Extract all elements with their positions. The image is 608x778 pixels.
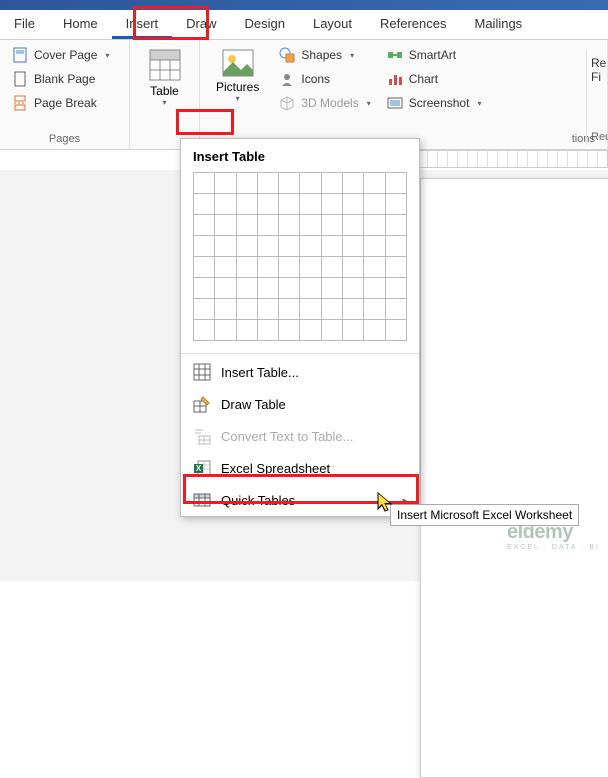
truncated-reus: Reus (591, 131, 608, 143)
tab-insert[interactable]: Insert (112, 10, 173, 39)
svg-text:X: X (196, 464, 202, 473)
tab-design[interactable]: Design (231, 10, 299, 39)
tab-references[interactable]: References (366, 10, 460, 39)
page-break-icon (12, 95, 28, 111)
table-label: Table (150, 84, 179, 98)
table-icon (148, 48, 182, 82)
tab-mailings[interactable]: Mailings (461, 10, 537, 39)
icons-icon (279, 71, 295, 87)
table-dropdown: Insert Table Insert Table... Draw Table … (180, 138, 420, 517)
tab-home[interactable]: Home (49, 10, 112, 39)
table-button[interactable]: Table ▾ (140, 44, 190, 131)
smartart-icon (387, 47, 403, 63)
tab-layout[interactable]: Layout (299, 10, 366, 39)
blank-page-icon (12, 71, 28, 87)
draw-table-menu-item[interactable]: Draw Table (181, 388, 419, 420)
tab-draw[interactable]: Draw (172, 10, 230, 39)
cover-page-icon (12, 47, 28, 63)
dropdown-title: Insert Table (181, 139, 419, 172)
shapes-icon (279, 47, 295, 63)
chevron-down-icon: ▾ (162, 98, 166, 107)
screenshot-button[interactable]: Screenshot▾ (383, 92, 486, 114)
pictures-label: Pictures (216, 80, 259, 94)
pages-group-label: Pages (8, 131, 121, 147)
page-break-label: Page Break (34, 96, 97, 110)
icons-button[interactable]: Icons (275, 68, 374, 90)
cover-page-button[interactable]: Cover Page▾ (8, 44, 113, 66)
truncated-re: Re (591, 56, 606, 70)
chart-button[interactable]: Chart (383, 68, 486, 90)
text-to-table-icon (193, 427, 211, 445)
tab-file[interactable]: File (0, 10, 49, 39)
blank-page-label: Blank Page (34, 72, 95, 86)
ruler[interactable] (416, 150, 608, 168)
blank-page-button[interactable]: Blank Page (8, 68, 113, 90)
screenshot-icon (387, 95, 403, 111)
page-break-button[interactable]: Page Break (8, 92, 113, 114)
cube-icon (279, 95, 295, 111)
cursor-icon (376, 491, 396, 520)
insert-table-menu-item[interactable]: Insert Table... (181, 356, 419, 388)
pictures-button[interactable]: Pictures ▾ (208, 44, 267, 131)
truncated-fi: Fi (591, 70, 606, 84)
table-grid-picker[interactable] (181, 172, 419, 351)
table-grid-icon (193, 363, 211, 381)
convert-text-menu-item: Convert Text to Table... (181, 420, 419, 452)
ribbon-tabs: File Home Insert Draw Design Layout Refe… (0, 10, 608, 40)
tooltip: Insert Microsoft Excel Worksheet (390, 504, 579, 526)
pencil-table-icon (193, 395, 211, 413)
pictures-icon (221, 48, 255, 78)
excel-icon: X (193, 459, 211, 477)
cover-page-label: Cover Page (34, 48, 97, 62)
shapes-button[interactable]: Shapes▾ (275, 44, 374, 66)
3d-models-button[interactable]: 3D Models▾ (275, 92, 374, 114)
document-page[interactable] (420, 178, 608, 778)
quick-tables-icon (193, 491, 211, 509)
ribbon: Cover Page▾ Blank Page Page Break Pages … (0, 40, 608, 150)
excel-spreadsheet-menu-item[interactable]: X Excel Spreadsheet (181, 452, 419, 484)
smartart-button[interactable]: SmartArt (383, 44, 486, 66)
chart-icon (387, 71, 403, 87)
